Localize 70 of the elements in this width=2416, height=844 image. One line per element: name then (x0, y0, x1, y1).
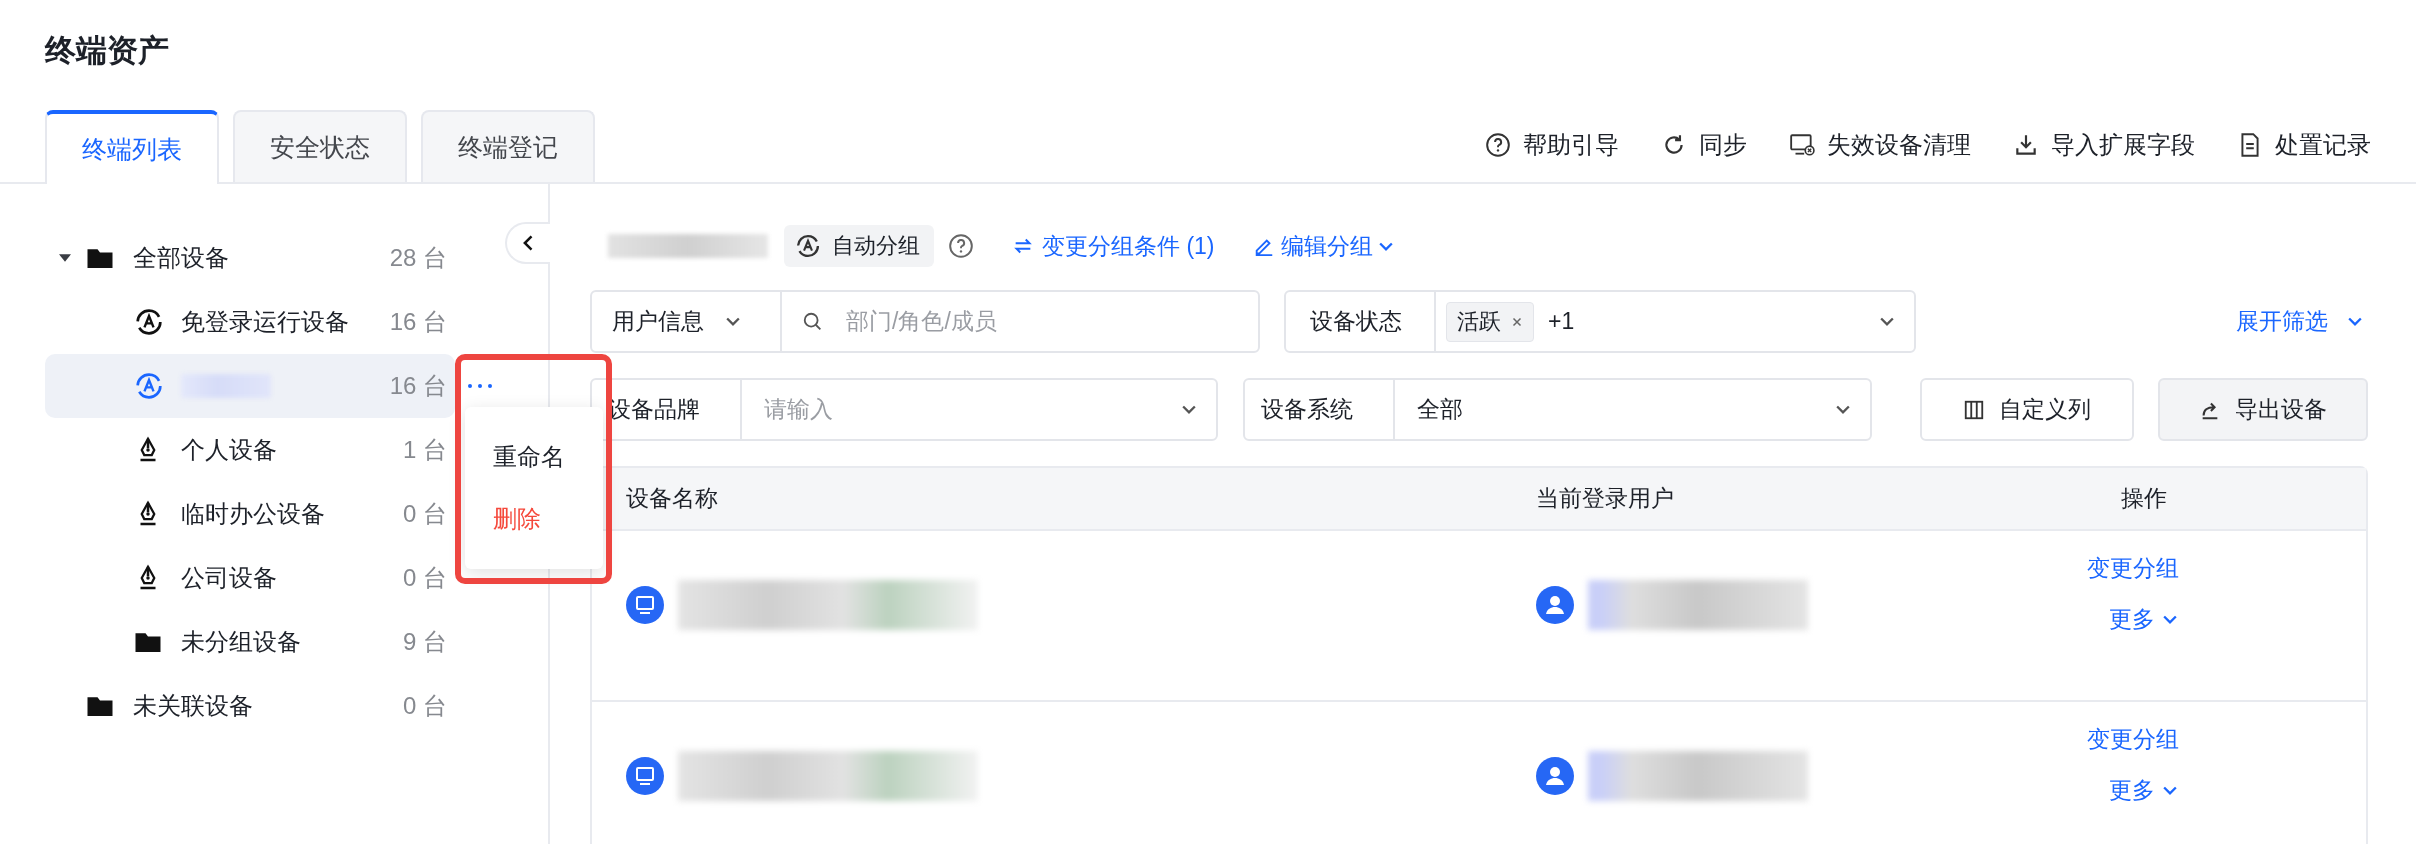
monitor-avatar-icon (626, 756, 664, 795)
tab[interactable]: 终端登记 (421, 110, 595, 182)
link[interactable]: 编辑分组 (1252, 230, 1393, 262)
tab[interactable]: 安全状态 (233, 110, 407, 182)
monitor-avatar-icon (626, 585, 664, 624)
menu-item[interactable]: 删除 (493, 503, 541, 535)
download-icon (2013, 132, 2039, 158)
monitor-icon (1789, 132, 1815, 158)
tree-label: 临时办公设备 (181, 499, 325, 529)
auto-group-icon (133, 306, 165, 338)
tree-label: 未分组设备 (181, 627, 301, 657)
tree-item[interactable]: 公司设备 0 台 (45, 546, 455, 610)
user-avatar-icon (1536, 756, 1574, 795)
device-count: 28 台 (389, 243, 448, 273)
change-group-link[interactable]: 变更分组 (2087, 553, 2179, 584)
chevron-down-icon (1182, 405, 1197, 414)
column-header: 当前登录用户 (1502, 468, 2087, 529)
toolbar-button[interactable]: 处置记录 (2237, 129, 2371, 161)
columns-button[interactable]: 自定义列 (1919, 378, 2135, 441)
column-header: 操作 (2087, 468, 2366, 529)
auto-group-icon (133, 370, 165, 402)
toolbar-button[interactable]: 失效设备清理 (1789, 129, 1971, 161)
auto-group-icon (794, 232, 822, 260)
export-button[interactable]: 导出设备 (2158, 378, 2368, 441)
tree-item[interactable]: 全部设备 28 台 (45, 226, 455, 290)
more-link[interactable]: 更多 (2109, 604, 2177, 635)
filter-tag: 活跃 (1446, 301, 1534, 342)
tree-item[interactable]: 未关联设备 0 台 (45, 674, 455, 738)
expand-filter-link[interactable]: 展开筛选 (2236, 306, 2362, 337)
collapse-button[interactable] (505, 222, 550, 264)
columns-icon (1963, 398, 1986, 421)
toolbar-button[interactable]: 导入扩展字段 (2013, 129, 2195, 161)
chevron-down-icon (2348, 317, 2362, 326)
device-count: 0 台 (403, 499, 448, 529)
tree-label: 全部设备 (133, 243, 229, 273)
device-count: 0 台 (403, 563, 448, 593)
user-avatar-icon (1536, 585, 1574, 624)
toolbar-button[interactable]: 帮助引导 (1485, 129, 1619, 161)
chevron-down-icon (1378, 241, 1393, 251)
device-count: 16 台 (389, 371, 448, 401)
device-count: 1 台 (403, 435, 448, 465)
auto-group-badge: 自动分组 (784, 225, 934, 267)
os-select[interactable]: 设备系统 全部 (1243, 378, 1872, 441)
chevron-down-icon (2163, 615, 2177, 624)
help-icon (1485, 132, 1511, 158)
help-icon (948, 233, 974, 259)
close-icon[interactable] (1511, 315, 1523, 328)
tab[interactable]: 终端列表 (45, 110, 219, 184)
tree-item[interactable]: 未分组设备 9 台 (45, 610, 455, 674)
tree-item[interactable]: 免登录运行设备 16 台 (45, 290, 455, 354)
device-count: 9 台 (403, 627, 448, 657)
device-count: 0 台 (403, 691, 448, 721)
toolbar-button[interactable]: 同步 (1661, 129, 1747, 161)
page-title: 终端资产 (43, 32, 170, 70)
more-link[interactable]: 更多 (2109, 775, 2177, 806)
tree-label: 个人设备 (181, 435, 277, 465)
more-count: +1 (1548, 308, 1575, 335)
device-count: 16 台 (389, 307, 448, 337)
chevron-down-icon (1880, 317, 1894, 326)
chevron-down-icon (2163, 786, 2177, 795)
link[interactable]: 变更分组条件 (1) (1012, 230, 1215, 262)
tree-item[interactable]: 个人设备 1 台 (45, 418, 455, 482)
chevron-down-icon (1835, 405, 1850, 414)
menu-item[interactable]: 重命名 (493, 441, 565, 473)
tree-item[interactable]: 临时办公设备 0 台 (45, 482, 455, 546)
change-group-link[interactable]: 变更分组 (2087, 724, 2179, 755)
status-select[interactable]: 设备状态 活跃 +1 (1284, 290, 1916, 353)
tree-label: 未关联设备 (133, 691, 253, 721)
tree-label: 公司设备 (181, 563, 277, 593)
tree-label: 免登录运行设备 (181, 307, 349, 337)
